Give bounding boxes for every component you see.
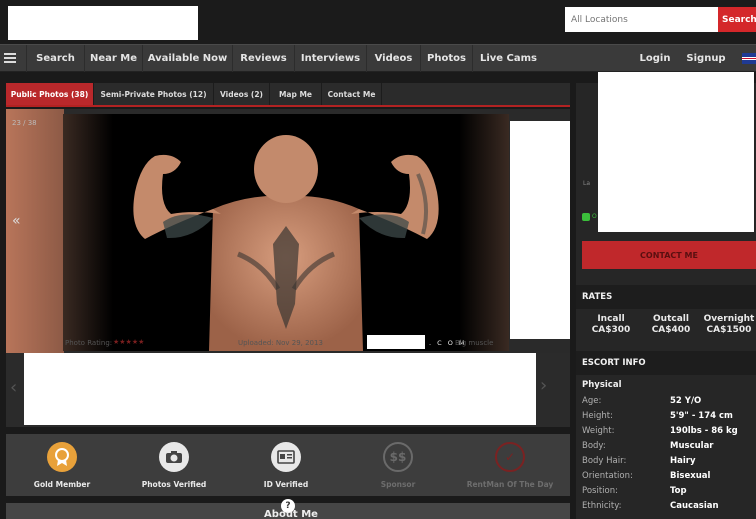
main-nav: Search Near Me Available Now Reviews Int… <box>0 44 756 72</box>
profile-photo[interactable] <box>598 72 754 232</box>
badge-id-verified[interactable]: ID Verified <box>230 434 342 496</box>
badge-label: Photos Verified <box>141 480 207 489</box>
info-label: Ethnicity: <box>582 501 622 511</box>
info-row-age: Age: 52 Y/O <box>582 396 756 411</box>
nav-photos[interactable]: Photos <box>420 45 472 72</box>
badge-label: Sponsor <box>380 480 416 489</box>
upload-date: Uploaded: Nov 29, 2013 <box>238 339 323 347</box>
thumb-next-icon[interactable]: › <box>540 375 547 396</box>
badge-label: RentMan Of The Day <box>466 480 554 489</box>
info-value: Hairy <box>670 456 696 466</box>
nav-live-cams[interactable]: Live Cams <box>472 45 544 72</box>
rate-overnight: Overnight CA$1500 <box>700 314 756 336</box>
tab-public-photos[interactable]: Public Photos (38) <box>6 83 94 105</box>
thumbnail-list[interactable] <box>24 353 536 425</box>
badge-gold-member[interactable]: Gold Member <box>6 434 118 496</box>
info-row-ethnicity: Ethnicity: Caucasian <box>582 501 756 516</box>
site-logo[interactable] <box>8 6 198 40</box>
badge-rentman-of-the-day[interactable]: ✓ RentMan Of The Day <box>454 434 566 496</box>
nav-login[interactable]: Login <box>630 45 680 72</box>
photo-image <box>133 135 439 351</box>
photo-gallery: 23 / 38 « Photo Rating: ★★★★★ Uploaded: … <box>6 109 570 353</box>
photo-rating-label: Photo Rating: <box>65 339 113 347</box>
info-row-body: Body: Muscular <box>582 441 756 456</box>
nav-interviews[interactable]: Interviews <box>294 45 366 72</box>
rates-heading: RATES <box>576 285 756 309</box>
thumb-prev-icon[interactable]: ‹ <box>10 377 17 398</box>
photo-counter: 23 / 38 <box>12 119 37 127</box>
watermark-brand <box>367 335 425 349</box>
info-value: Muscular <box>670 441 714 451</box>
about-title: About Me <box>264 509 318 519</box>
tab-semi-private-photos[interactable]: Semi-Private Photos (12) <box>94 83 214 105</box>
info-value: 52 Y/O <box>670 396 702 406</box>
info-value: 5'9" - 174 cm <box>670 411 733 421</box>
info-row-orientation: Orientation: Bisexual <box>582 471 756 486</box>
info-label: Height: <box>582 411 613 421</box>
info-label: Age: <box>582 396 602 406</box>
badge-label: ID Verified <box>263 480 309 489</box>
info-value: Caucasian <box>670 501 719 511</box>
contact-me-button[interactable]: CONTACT ME <box>582 241 756 269</box>
info-row-height: Height: 5'9" - 174 cm <box>582 411 756 426</box>
photo-footer: Photo Rating: ★★★★★ Uploaded: Nov 29, 20… <box>63 335 509 351</box>
rate-price: CA$300 <box>591 325 631 335</box>
location-input[interactable] <box>565 7 718 32</box>
tab-videos[interactable]: Videos (2) <box>214 83 270 105</box>
escort-info-heading: ESCORT INFO <box>576 351 756 375</box>
rate-price: CA$1500 <box>706 325 752 335</box>
nav-videos[interactable]: Videos <box>366 45 420 72</box>
info-row-body-hair: Body Hair: Hairy <box>582 456 756 471</box>
nav-signup[interactable]: Signup <box>680 45 732 72</box>
gold-medal-icon <box>47 442 77 472</box>
menu-icon[interactable] <box>4 53 16 63</box>
info-row-weight: Weight: 190lbs - 86 kg <box>582 426 756 441</box>
info-value: 190lbs - 86 kg <box>670 426 738 436</box>
online-status-icon <box>582 213 590 221</box>
rate-type: Incall <box>597 314 625 324</box>
rate-incall: Incall CA$300 <box>582 314 640 336</box>
rate-outcall: Outcall CA$400 <box>642 314 700 336</box>
rate-type: Overnight <box>703 314 755 324</box>
physical-heading: Physical <box>582 380 622 390</box>
info-value: Bisexual <box>670 471 711 481</box>
info-label: Position: <box>582 486 618 496</box>
nav-near-me[interactable]: Near Me <box>84 45 142 72</box>
tab-contact-me[interactable]: Contact Me <box>322 83 382 105</box>
rate-type: Outcall <box>653 314 689 324</box>
camera-icon <box>159 442 189 472</box>
online-status-text: O <box>592 213 597 220</box>
info-label: Body Hair: <box>582 456 627 466</box>
nav-search[interactable]: Search <box>26 45 84 72</box>
photo-tag: Big muscle <box>455 339 494 347</box>
previous-arrow-icon[interactable]: « <box>12 213 21 229</box>
verification-badges: Gold Member Photos Verified ID Verified … <box>6 434 570 496</box>
media-tabs: Public Photos (38) Semi-Private Photos (… <box>6 83 570 107</box>
id-card-icon <box>271 442 301 472</box>
badge-photos-verified[interactable]: Photos Verified <box>118 434 230 496</box>
info-label: Weight: <box>582 426 615 436</box>
thumbnail-strip: ‹ › <box>6 353 570 427</box>
info-label: Body: <box>582 441 606 451</box>
tab-map-me[interactable]: Map Me <box>270 83 322 105</box>
search-button[interactable]: Search <box>718 7 756 32</box>
main-photo[interactable] <box>63 114 509 351</box>
info-row-position: Position: Top <box>582 486 756 501</box>
top-header: Search <box>0 0 756 44</box>
about-section-header: ? About Me <box>6 499 570 519</box>
badge-sponsor[interactable]: $$ Sponsor <box>342 434 454 496</box>
nav-reviews[interactable]: Reviews <box>232 45 294 72</box>
photo-rating-stars[interactable]: ★★★★★ <box>113 338 144 346</box>
nav-available-now[interactable]: Available Now <box>142 45 232 72</box>
info-label: Orientation: <box>582 471 633 481</box>
award-icon: ✓ <box>495 442 525 472</box>
last-seen-text: La <box>583 180 591 187</box>
info-value: Top <box>670 486 687 496</box>
language-flag-icon[interactable] <box>742 53 756 64</box>
badge-label: Gold Member <box>33 480 91 489</box>
previous-photo-preview[interactable] <box>6 109 64 353</box>
next-photo-preview[interactable] <box>510 121 570 339</box>
dollar-icon: $$ <box>383 442 413 472</box>
rate-price: CA$400 <box>651 325 691 335</box>
